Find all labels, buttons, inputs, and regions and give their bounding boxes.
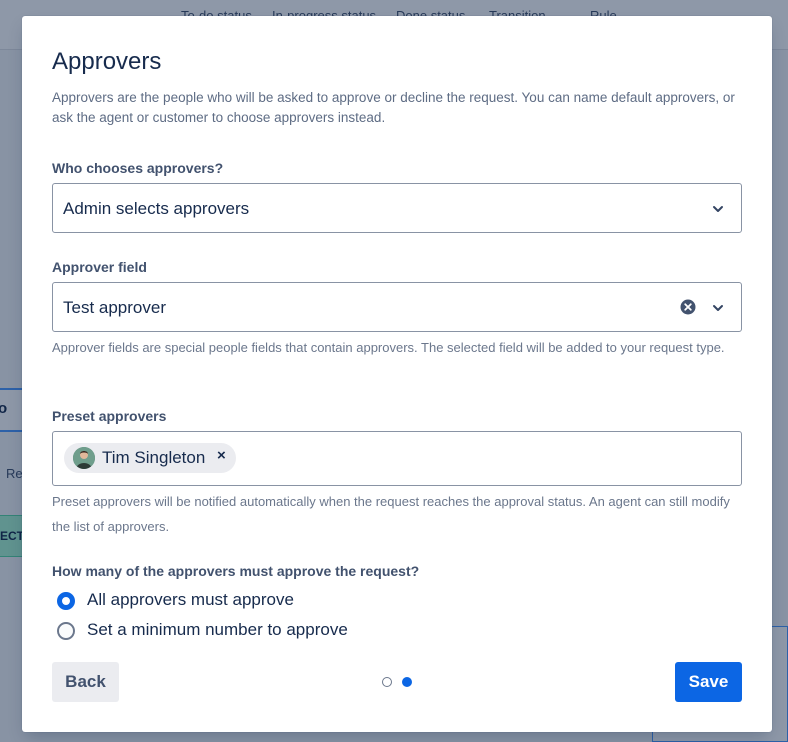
- approvers-modal: Approvers Approvers are the people who w…: [22, 16, 772, 732]
- preset-approvers-input[interactable]: Tim Singleton ×: [52, 431, 742, 486]
- save-button[interactable]: Save: [675, 662, 742, 702]
- how-many-label: How many of the approvers must approve t…: [52, 563, 420, 579]
- chevron-down-icon[interactable]: [710, 300, 726, 316]
- preset-approvers-help: Preset approvers will be notified automa…: [52, 494, 730, 534]
- radio-all-label: All approvers must approve: [87, 590, 294, 609]
- preset-approvers-label: Preset approvers: [52, 408, 167, 424]
- radio-button[interactable]: [57, 622, 75, 640]
- approver-chip[interactable]: Tim Singleton ×: [64, 443, 236, 473]
- avatar: [73, 447, 95, 469]
- approver-field-select[interactable]: Test approver: [52, 282, 742, 332]
- radio-button-checked[interactable]: [57, 592, 75, 610]
- approver-chip-name: Tim Singleton: [102, 448, 206, 467]
- clear-icon[interactable]: [680, 299, 696, 315]
- radio-minimum-label: Set a minimum number to approve: [87, 620, 348, 639]
- who-chooses-label: Who chooses approvers?: [52, 160, 224, 176]
- remove-approver-icon[interactable]: ×: [217, 447, 226, 464]
- who-chooses-value: Admin selects approvers: [63, 199, 250, 218]
- back-button[interactable]: Back: [52, 662, 119, 702]
- approver-field-label: Approver field: [52, 259, 147, 275]
- pagination-dot-2-active[interactable]: [402, 677, 412, 687]
- approver-field-help: Approver fields are special people field…: [52, 340, 725, 355]
- approver-field-value: Test approver: [63, 298, 166, 317]
- chevron-down-icon[interactable]: [710, 201, 726, 217]
- who-chooses-select[interactable]: Admin selects approvers: [52, 183, 742, 233]
- modal-title: Approvers: [52, 48, 162, 75]
- modal-description: Approvers are the people who will be ask…: [52, 90, 735, 125]
- pagination-dot-1[interactable]: [382, 677, 392, 687]
